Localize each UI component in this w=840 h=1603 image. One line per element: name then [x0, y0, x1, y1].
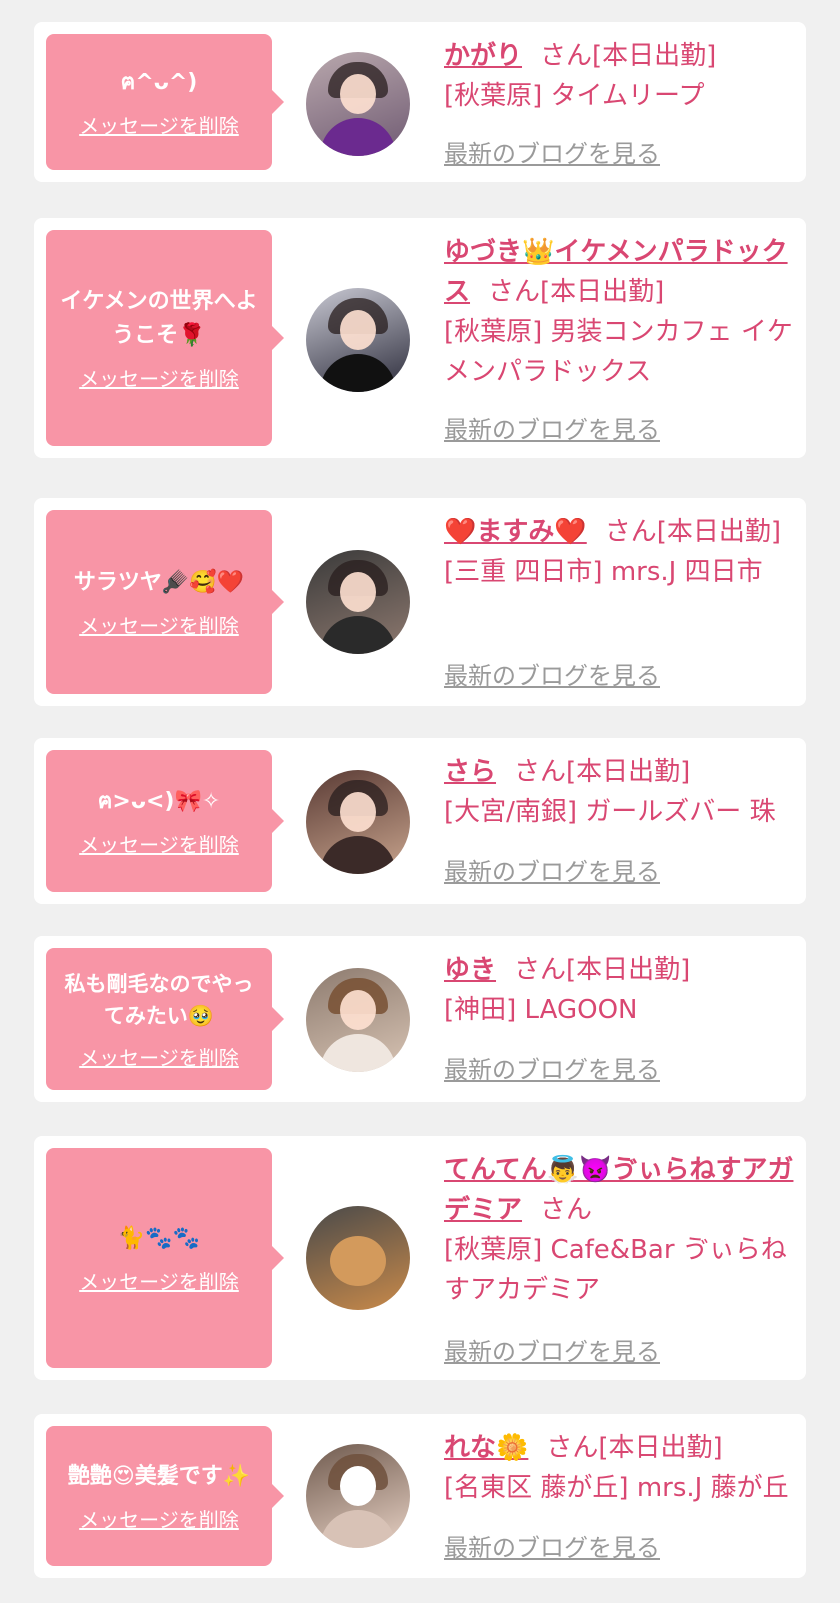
- message-bubble: イケメンの世界へようこそ🌹 メッセージを削除: [46, 230, 284, 446]
- avatar[interactable]: [306, 550, 410, 654]
- attendance-status: [本日出勤]: [566, 955, 691, 985]
- message-bubble: ฅ^ᴗ^) メッセージを削除: [46, 34, 284, 170]
- message-bubble: サラツヤ🪮🥰❤️ メッセージを削除: [46, 510, 284, 694]
- cast-name-link[interactable]: さら: [444, 757, 496, 787]
- view-blog-link[interactable]: 最新のブログを見る: [444, 656, 660, 691]
- honorific: さん: [488, 277, 541, 307]
- view-blog-link[interactable]: 最新のブログを見る: [444, 852, 660, 887]
- profile-info: かがり さん[本日出勤] [秋葉原] タイムリープ: [444, 36, 794, 116]
- honorific: さん: [604, 517, 657, 547]
- delete-message-link[interactable]: メッセージを削除: [79, 829, 239, 858]
- shop-name: [名東区 藤が丘] mrs.J 藤が丘: [444, 1473, 789, 1503]
- avatar-body-shape: [320, 616, 396, 654]
- profile-info: さら さん[本日出勤] [大宮/南銀] ガールズバー 珠: [444, 752, 794, 832]
- view-blog-link[interactable]: 最新のブログを見る: [444, 1332, 660, 1367]
- message-bubble: 艶艶😍美髪です✨ メッセージを削除: [46, 1426, 284, 1566]
- list-item: ฅ>ᴗ<)🎀✧ メッセージを削除 さら さん[本日出勤] [大宮/南銀] ガールズ…: [34, 738, 806, 904]
- cast-name-link[interactable]: ❤️ますみ❤️: [444, 517, 587, 547]
- avatar-face-shape: [340, 310, 376, 350]
- message-text: イケメンの世界へようこそ🌹: [60, 288, 258, 348]
- attendance-status: [本日出勤]: [598, 1433, 723, 1463]
- favorites-list: ฅ^ᴗ^) メッセージを削除 かがり さん[本日出勤] [秋葉原] タイムリープ …: [0, 0, 840, 1603]
- attendance-status: [本日出勤]: [540, 277, 665, 307]
- attendance-status: [本日出勤]: [566, 757, 691, 787]
- avatar-face-shape: [340, 792, 376, 832]
- profile-info: ゆづき👑イケメンパラドックス さん[本日出勤] [秋葉原] 男装コンカフェ イケメ…: [444, 232, 794, 392]
- message-text: サラツヤ🪮🥰❤️: [73, 569, 245, 595]
- shop-name: [三重 四日市] mrs.J 四日市: [444, 557, 763, 587]
- view-blog-link[interactable]: 最新のブログを見る: [444, 1528, 660, 1563]
- list-item: イケメンの世界へようこそ🌹 メッセージを削除 ゆづき👑イケメンパラドックス さん[…: [34, 218, 806, 458]
- message-bubble: 🐈🐾🐾 メッセージを削除: [46, 1148, 284, 1368]
- delete-message-link[interactable]: メッセージを削除: [79, 363, 239, 392]
- message-text: 私も剛毛なのでやってみたい🥹: [64, 971, 254, 1028]
- avatar[interactable]: [306, 288, 410, 392]
- cast-name-link[interactable]: かがり: [444, 41, 522, 71]
- profile-info: ❤️ますみ❤️ さん[本日出勤] [三重 四日市] mrs.J 四日市: [444, 512, 794, 592]
- profile-info: てんてん👼👿ゔぃらねすアガデミア さん [秋葉原] Cafe&Bar ゔぃらねすア…: [444, 1150, 794, 1310]
- shop-name: [秋葉原] Cafe&Bar ゔぃらねすアカデミア: [444, 1235, 787, 1305]
- message-text: ฅ^ᴗ^): [120, 69, 198, 95]
- avatar-body-shape: [320, 836, 396, 874]
- cast-name-link[interactable]: ゆき: [444, 955, 496, 985]
- view-blog-link[interactable]: 最新のブログを見る: [444, 410, 660, 445]
- avatar[interactable]: [306, 968, 410, 1072]
- shop-name: [大宮/南銀] ガールズバー 珠: [444, 797, 776, 827]
- list-item: 🐈🐾🐾 メッセージを削除 てんてん👼👿ゔぃらねすアガデミア さん [秋葉原] Ca…: [34, 1136, 806, 1380]
- list-item: 艶艶😍美髪です✨ メッセージを削除 れな🌼 さん[本日出勤] [名東区 藤が丘] …: [34, 1414, 806, 1578]
- shop-name: [秋葉原] 男装コンカフェ イケメンパラドックス: [444, 317, 793, 387]
- honorific: さん: [540, 41, 593, 71]
- honorific: さん: [540, 1195, 593, 1225]
- avatar-body-shape: [320, 1510, 396, 1548]
- profile-info: れな🌼 さん[本日出勤] [名東区 藤が丘] mrs.J 藤が丘: [444, 1428, 794, 1508]
- avatar[interactable]: [306, 770, 410, 874]
- avatar[interactable]: [306, 1444, 410, 1548]
- avatar-face-shape: [340, 1466, 376, 1506]
- view-blog-link[interactable]: 最新のブログを見る: [444, 134, 660, 169]
- attendance-status: [本日出勤]: [592, 41, 717, 71]
- list-item: サラツヤ🪮🥰❤️ メッセージを削除 ❤️ますみ❤️ さん[本日出勤] [三重 四日…: [34, 498, 806, 706]
- honorific: さん: [514, 955, 567, 985]
- delete-message-link[interactable]: メッセージを削除: [79, 1042, 239, 1071]
- delete-message-link[interactable]: メッセージを削除: [79, 610, 239, 639]
- delete-message-link[interactable]: メッセージを削除: [79, 110, 239, 139]
- view-blog-link[interactable]: 最新のブログを見る: [444, 1050, 660, 1085]
- delete-message-link[interactable]: メッセージを削除: [79, 1504, 239, 1533]
- avatar-face-shape: [340, 572, 376, 612]
- message-bubble: 私も剛毛なのでやってみたい🥹 メッセージを削除: [46, 948, 284, 1090]
- list-item: 私も剛毛なのでやってみたい🥹 メッセージを削除 ゆき さん[本日出勤] [神田] …: [34, 936, 806, 1102]
- avatar-body-shape: [320, 118, 396, 156]
- message-text: ฅ>ᴗ<)🎀✧: [97, 788, 221, 814]
- message-bubble: ฅ>ᴗ<)🎀✧ メッセージを削除: [46, 750, 284, 892]
- avatar-body-shape: [320, 1034, 396, 1072]
- cast-name-link[interactable]: れな🌼: [444, 1433, 528, 1463]
- shop-name: [秋葉原] タイムリープ: [444, 81, 705, 111]
- avatar[interactable]: [306, 52, 410, 156]
- cast-name-link[interactable]: てんてん👼👿ゔぃらねすアガデミア: [444, 1155, 793, 1225]
- message-text: 艶艶😍美髪です✨: [67, 1463, 251, 1489]
- avatar-face-shape: [340, 990, 376, 1030]
- honorific: さん: [546, 1433, 599, 1463]
- message-text: 🐈🐾🐾: [117, 1225, 201, 1251]
- list-item: ฅ^ᴗ^) メッセージを削除 かがり さん[本日出勤] [秋葉原] タイムリープ …: [34, 22, 806, 182]
- honorific: さん: [514, 757, 567, 787]
- avatar[interactable]: [306, 1206, 410, 1310]
- avatar-face-shape: [340, 74, 376, 114]
- avatar-face-shape: [330, 1236, 386, 1286]
- avatar-body-shape: [320, 354, 396, 392]
- attendance-status: [本日出勤]: [656, 517, 782, 547]
- profile-info: ゆき さん[本日出勤] [神田] LAGOON: [444, 950, 794, 1030]
- shop-name: [神田] LAGOON: [444, 995, 638, 1025]
- delete-message-link[interactable]: メッセージを削除: [79, 1266, 239, 1295]
